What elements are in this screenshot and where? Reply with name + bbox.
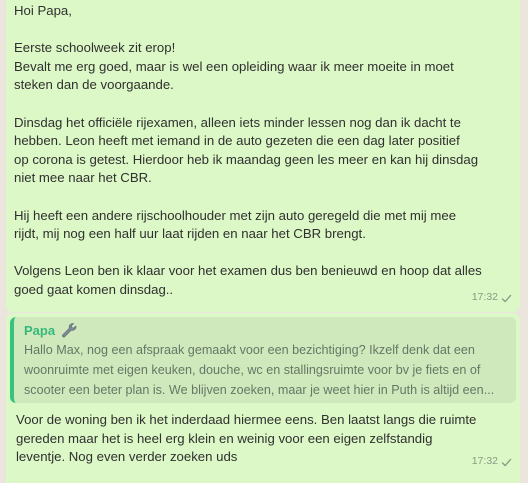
- message-meta: 17:32: [472, 288, 512, 307]
- quoted-message[interactable]: Papa Hallo Max, nog een afspraak gemaakt…: [10, 317, 516, 403]
- message-bubble-reply[interactable]: Papa Hallo Max, nog een afspraak gemaakt…: [6, 313, 520, 483]
- message-time: 17:32: [471, 455, 498, 468]
- quoted-author: Papa: [24, 322, 508, 339]
- wrench-icon: [61, 322, 78, 339]
- quoted-text: Hallo Max, nog een afspraak gemaakt voor…: [24, 343, 495, 397]
- message-time: 17:32: [471, 291, 498, 304]
- message-bubble-outgoing[interactable]: Hoi Papa, Eerste schoolweek zit erop! Be…: [6, 0, 520, 312]
- message-text: Hoi Papa, Eerste schoolweek zit erop! Be…: [14, 3, 482, 297]
- single-check-icon: [501, 456, 512, 467]
- quoted-author-name: Papa: [24, 323, 56, 338]
- message-meta: 17:32: [472, 452, 512, 471]
- message-text: Voor de woning ben ik het inderdaad hier…: [16, 412, 477, 465]
- single-check-icon: [501, 292, 512, 303]
